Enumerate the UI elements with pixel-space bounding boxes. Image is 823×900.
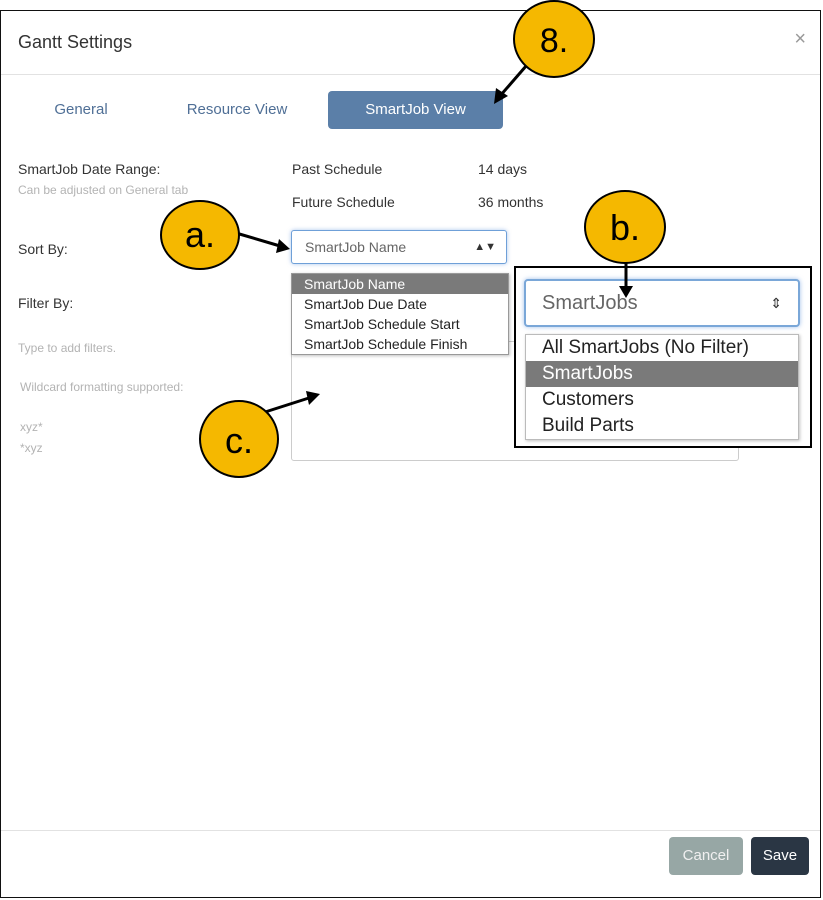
save-button[interactable]: Save [751, 837, 809, 875]
callout-b: b. [584, 190, 666, 264]
future-schedule-value: 36 months [478, 194, 544, 210]
filter-by-label: Filter By: [18, 295, 74, 311]
filter-option-all[interactable]: All SmartJobs (No Filter) [526, 335, 798, 361]
date-range-label: SmartJob Date Range: [18, 161, 161, 177]
sort-by-label: Sort By: [18, 241, 68, 257]
cancel-button[interactable]: Cancel [669, 837, 743, 875]
sort-option-schedule-finish[interactable]: SmartJob Schedule Finish [292, 334, 508, 354]
dialog-title: Gantt Settings [18, 32, 133, 52]
footer-divider [1, 830, 820, 831]
filter-hint-type: Type to add filters. [18, 341, 117, 355]
callout-step-8: 8. [513, 0, 595, 78]
filter-by-select[interactable]: SmartJobs ⇕ [524, 279, 800, 327]
callout-a: a. [160, 200, 240, 270]
header-divider [1, 74, 820, 75]
close-icon[interactable]: × [794, 28, 806, 51]
updown-arrows-icon: ▲▼ [474, 241, 496, 253]
sort-option-due-date[interactable]: SmartJob Due Date [292, 294, 508, 314]
filter-by-selected-value: SmartJobs [542, 292, 638, 314]
updown-arrows-icon: ⇕ [770, 295, 782, 311]
tab-resource-view[interactable]: Resource View [173, 91, 301, 129]
callout-c: c. [199, 400, 279, 478]
wildcard-example-1: xyz* [20, 420, 43, 434]
filter-option-smartjobs[interactable]: SmartJobs [526, 361, 798, 387]
date-range-hint: Can be adjusted on General tab [18, 183, 189, 197]
filter-by-select-zoom: SmartJobs ⇕ All SmartJobs (No Filter) Sm… [514, 266, 812, 448]
filter-option-build-parts[interactable]: Build Parts [526, 413, 798, 439]
sort-by-select[interactable]: SmartJob Name ▲▼ [291, 230, 507, 264]
gantt-settings-dialog: Gantt Settings × General Resource View S… [0, 10, 821, 898]
past-schedule-value: 14 days [478, 161, 528, 177]
future-schedule-label: Future Schedule [292, 194, 395, 210]
tab-general[interactable]: General [35, 91, 127, 129]
sort-by-selected-value: SmartJob Name [305, 239, 407, 255]
filter-hint-wildcard: Wildcard formatting supported: [20, 380, 184, 394]
wildcard-example-2: *xyz [20, 441, 43, 455]
filter-option-customers[interactable]: Customers [526, 387, 798, 413]
sort-option-schedule-start[interactable]: SmartJob Schedule Start [292, 314, 508, 334]
sort-option-smartjob-name[interactable]: SmartJob Name [292, 274, 508, 294]
past-schedule-label: Past Schedule [292, 161, 383, 177]
tab-smartjob-view[interactable]: SmartJob View [328, 91, 503, 129]
sort-by-options: SmartJob Name SmartJob Due Date SmartJob… [291, 273, 509, 355]
filter-by-options: All SmartJobs (No Filter) SmartJobs Cust… [525, 334, 799, 440]
